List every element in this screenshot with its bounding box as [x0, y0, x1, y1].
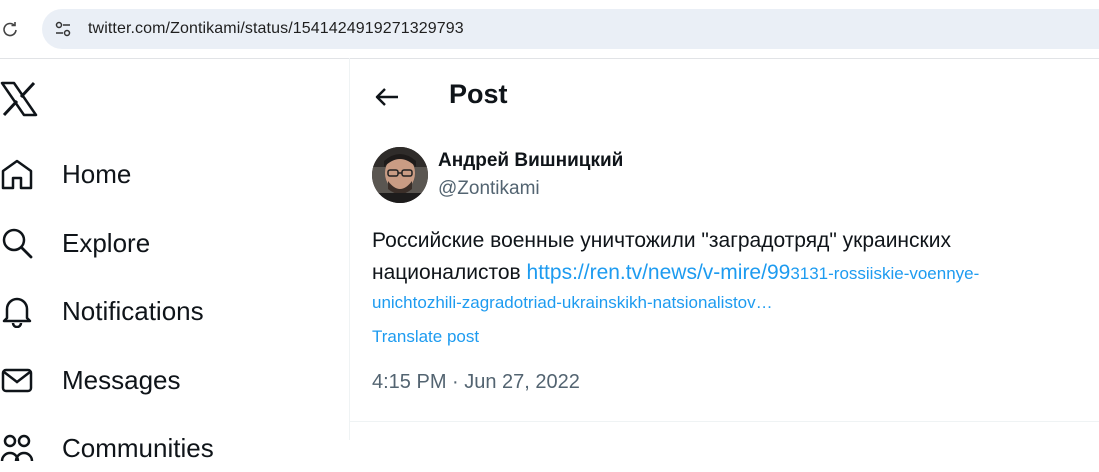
- main-column: Post Андрей Вишницкий @Zontikami Российс…: [350, 58, 1099, 440]
- mail-icon: [0, 363, 34, 397]
- sidebar-item-label: Messages: [62, 364, 181, 395]
- sidebar-item-label: Communities: [62, 432, 214, 463]
- reload-icon[interactable]: [0, 20, 20, 40]
- sidebar-item-label: Explore: [62, 227, 151, 258]
- sidebar-item-notifications[interactable]: Notifications: [0, 287, 204, 335]
- divider: [350, 421, 1099, 422]
- author-name[interactable]: Андрей Вишницкий: [438, 150, 623, 172]
- sidebar-item-communities[interactable]: Communities: [0, 424, 214, 472]
- link-part-2[interactable]: 3131-rossiiskie-voennye-: [790, 264, 979, 283]
- arrow-left-icon[interactable]: [370, 80, 404, 114]
- tune-icon[interactable]: [50, 17, 76, 41]
- sidebar-item-label: Home: [62, 158, 132, 189]
- people-icon: [0, 431, 34, 465]
- x-logo-icon[interactable]: [0, 80, 38, 118]
- avatar[interactable]: [372, 147, 428, 203]
- search-icon: [0, 226, 34, 260]
- sidebar-item-explore[interactable]: Explore: [0, 219, 150, 267]
- url-text[interactable]: twitter.com/Zontikami/status/15414249192…: [88, 20, 464, 38]
- page-title: Post: [449, 79, 508, 109]
- address-bar[interactable]: twitter.com/Zontikami/status/15414249192…: [42, 9, 1099, 49]
- left-sidebar: Home Explore Notifications Messages Comm…: [0, 58, 350, 463]
- post-timestamp[interactable]: 4:15 PM · Jun 27, 2022: [372, 371, 580, 394]
- post-link-continued[interactable]: unichtozhili-zagradotriad-ukrainskikh-na…: [372, 293, 773, 313]
- sidebar-item-label: Notifications: [62, 295, 204, 326]
- post-text: Российские военные уничтожили "заградотр…: [372, 225, 1072, 290]
- sidebar-item-messages[interactable]: Messages: [0, 356, 181, 404]
- bell-icon: [0, 294, 34, 328]
- translate-post-link[interactable]: Translate post: [372, 327, 479, 347]
- link-part-1[interactable]: https://ren.tv/news/v-mire/99: [527, 261, 791, 284]
- browser-toolbar: twitter.com/Zontikami/status/15414249192…: [0, 0, 1099, 59]
- author-handle[interactable]: @Zontikami: [438, 178, 540, 200]
- post-link[interactable]: https://ren.tv/news/v-mire/993131-rossii…: [527, 261, 980, 284]
- sidebar-item-home[interactable]: Home: [0, 150, 131, 198]
- home-icon: [0, 157, 34, 191]
